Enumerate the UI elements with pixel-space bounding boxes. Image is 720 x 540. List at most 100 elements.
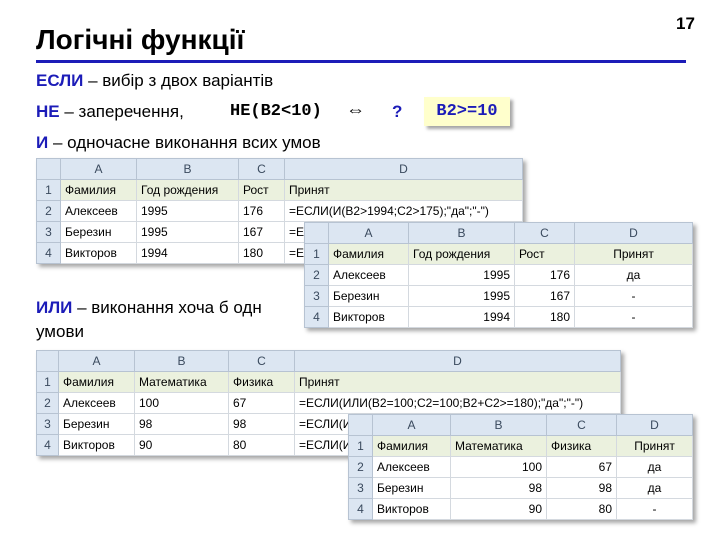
cell[interactable]: Год рождения (408, 243, 515, 265)
column-header[interactable]: D (284, 158, 523, 180)
cell[interactable]: да (574, 264, 693, 286)
cell[interactable]: Викторов (58, 434, 135, 456)
cell[interactable]: 1995 (136, 200, 239, 222)
cell[interactable]: =ЕСЛИ(ИЛИ(B2=100;C2=100;B2+C2>=180);"да"… (294, 392, 621, 414)
corner-cell[interactable] (36, 158, 61, 180)
column-header[interactable]: B (450, 414, 547, 436)
cell[interactable]: 67 (228, 392, 295, 414)
row-header[interactable]: 1 (36, 371, 59, 393)
cell[interactable]: Викторов (328, 306, 409, 328)
cell[interactable]: Рост (238, 179, 285, 201)
cell[interactable]: 98 (450, 477, 547, 499)
column-header[interactable]: B (408, 222, 515, 244)
cell[interactable]: 176 (514, 264, 575, 286)
row-header[interactable]: 3 (36, 221, 61, 243)
corner-cell[interactable] (304, 222, 329, 244)
cell[interactable]: 100 (450, 456, 547, 478)
row-header[interactable]: 4 (304, 306, 329, 328)
cell[interactable]: 98 (228, 413, 295, 435)
cell[interactable]: 90 (134, 434, 229, 456)
row-header[interactable]: 2 (304, 264, 329, 286)
row-header[interactable]: 1 (348, 435, 373, 457)
cell[interactable]: Березин (60, 221, 137, 243)
corner-cell[interactable] (36, 350, 59, 372)
cell[interactable]: Алексеев (372, 456, 451, 478)
cell[interactable]: 176 (238, 200, 285, 222)
cell[interactable]: Математика (134, 371, 229, 393)
cell[interactable]: 1995 (408, 285, 515, 307)
cell[interactable]: Алексеев (328, 264, 409, 286)
cell[interactable]: Принят (294, 371, 621, 393)
cell[interactable]: 167 (238, 221, 285, 243)
row-header[interactable]: 4 (36, 434, 59, 456)
cell[interactable]: 1995 (408, 264, 515, 286)
column-header[interactable]: C (514, 222, 575, 244)
column-header[interactable]: A (328, 222, 409, 244)
cell[interactable]: 180 (238, 242, 285, 264)
column-header[interactable]: C (238, 158, 285, 180)
cell[interactable]: Алексеев (58, 392, 135, 414)
row-header[interactable]: 4 (348, 498, 373, 520)
column-header[interactable]: A (58, 350, 135, 372)
column-header[interactable]: A (372, 414, 451, 436)
column-header[interactable]: C (228, 350, 295, 372)
cell[interactable]: Фамилия (60, 179, 137, 201)
cell[interactable]: =ЕСЛИ(И(B2>1994;C2>175);"да";"-") (284, 200, 523, 222)
row-header[interactable]: 3 (36, 413, 59, 435)
row-header[interactable]: 4 (36, 242, 61, 264)
column-header[interactable]: C (546, 414, 617, 436)
cell[interactable]: - (574, 306, 693, 328)
cell[interactable]: 67 (546, 456, 617, 478)
cell[interactable]: 1994 (408, 306, 515, 328)
cell[interactable]: Березин (372, 477, 451, 499)
column-header[interactable]: D (574, 222, 693, 244)
cell[interactable]: Рост (514, 243, 575, 265)
cell[interactable]: 90 (450, 498, 547, 520)
cell[interactable]: Березин (58, 413, 135, 435)
cell[interactable]: 100 (134, 392, 229, 414)
cell[interactable]: Физика (546, 435, 617, 457)
cell[interactable]: Викторов (372, 498, 451, 520)
cell[interactable]: 1995 (136, 221, 239, 243)
column-header[interactable]: D (294, 350, 621, 372)
cell[interactable]: - (574, 285, 693, 307)
cell[interactable]: 180 (514, 306, 575, 328)
column-header[interactable]: D (616, 414, 693, 436)
row-header[interactable]: 3 (304, 285, 329, 307)
cell[interactable]: Фамилия (58, 371, 135, 393)
cell[interactable]: Фамилия (372, 435, 451, 457)
cell[interactable]: Физика (228, 371, 295, 393)
cell[interactable]: Математика (450, 435, 547, 457)
cell[interactable]: 167 (514, 285, 575, 307)
row-header[interactable]: 1 (304, 243, 329, 265)
cell[interactable]: 98 (546, 477, 617, 499)
cell[interactable]: Алексеев (60, 200, 137, 222)
table-row: 1 Фамилия Математика Физика Принят (348, 435, 693, 457)
row-header[interactable]: 2 (36, 200, 61, 222)
cell[interactable]: Принят (284, 179, 523, 201)
row-header[interactable]: 3 (348, 477, 373, 499)
corner-cell[interactable] (348, 414, 373, 436)
cell[interactable]: 80 (546, 498, 617, 520)
cell[interactable]: Фамилия (328, 243, 409, 265)
cell[interactable]: 80 (228, 434, 295, 456)
ne-line: НЕ – заперечення, (36, 102, 184, 122)
cell[interactable]: да (616, 477, 693, 499)
column-header[interactable]: B (134, 350, 229, 372)
column-header-row: ABCD (36, 350, 621, 372)
cell[interactable]: 1994 (136, 242, 239, 264)
cell[interactable]: да (616, 456, 693, 478)
cell[interactable]: - (616, 498, 693, 520)
cell[interactable]: Березин (328, 285, 409, 307)
row-header[interactable]: 2 (348, 456, 373, 478)
cell[interactable]: Год рождения (136, 179, 239, 201)
table-row: 3 Березин 98 98 да (348, 477, 693, 499)
cell[interactable]: 98 (134, 413, 229, 435)
column-header[interactable]: A (60, 158, 137, 180)
cell[interactable]: Викторов (60, 242, 137, 264)
row-header[interactable]: 1 (36, 179, 61, 201)
column-header[interactable]: B (136, 158, 239, 180)
row-header[interactable]: 2 (36, 392, 59, 414)
cell[interactable]: Принят (616, 435, 693, 457)
cell[interactable]: Принят (574, 243, 693, 265)
